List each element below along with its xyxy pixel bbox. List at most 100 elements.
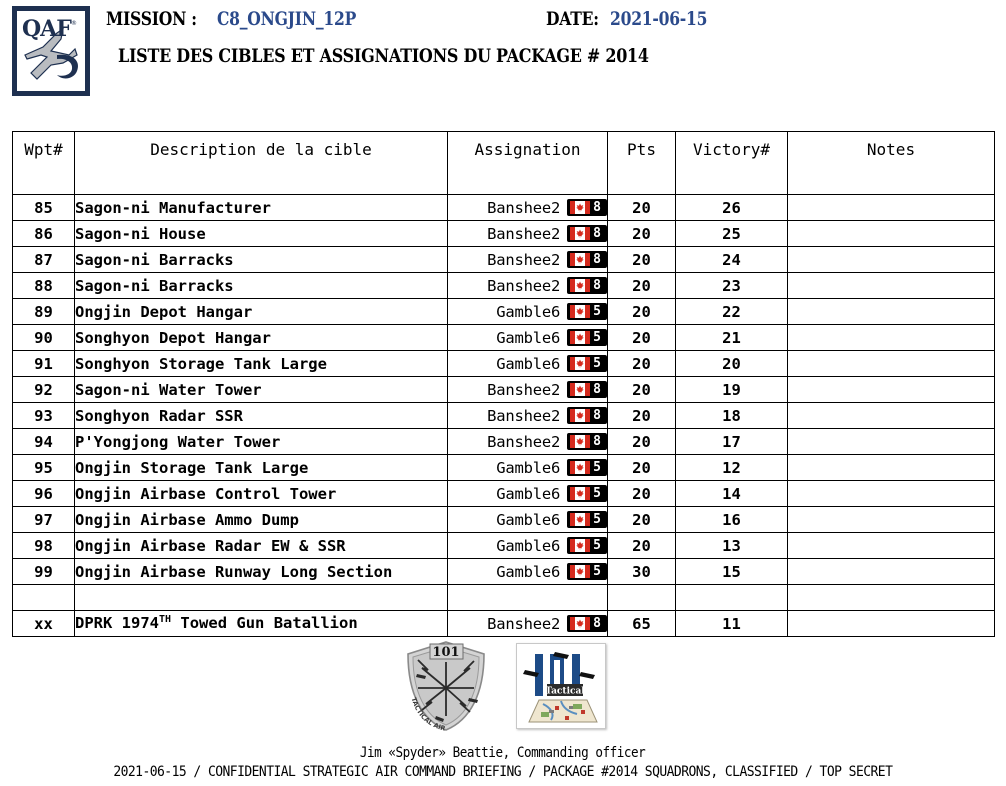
assignation-group: Banshee2 8 [487, 381, 607, 399]
cell-target-description: Sagon-ni House [74, 220, 448, 247]
cell-target-description: Sagon-ni Water Tower [74, 376, 448, 403]
canada-flag-icon [570, 305, 591, 318]
canada-flag-icon [570, 617, 591, 630]
aircraft-count-badge: 5 [567, 303, 607, 320]
aircraft-count: 5 [593, 538, 601, 553]
cell-assignation: Gamble6 5 [447, 480, 608, 507]
cell-assignation: Gamble6 5 [447, 506, 608, 533]
cell-waypoint: 91 [12, 350, 75, 377]
cell-assignation: Banshee2 8 [447, 610, 608, 637]
cell-target-description: Ongjin Storage Tank Large [74, 454, 448, 481]
aircraft-count: 5 [593, 512, 601, 527]
cell-waypoint: 88 [12, 272, 75, 299]
table-spacer-row [12, 584, 995, 611]
101-tactical-squadron-logo-icon: Tactical [516, 643, 606, 729]
aircraft-count: 8 [593, 278, 601, 293]
assignation-group: Banshee2 8 [487, 199, 607, 217]
aircraft-count-badge: 5 [567, 511, 607, 528]
aircraft-count: 8 [593, 434, 601, 449]
cell-points: 20 [607, 272, 676, 299]
cell-points: 20 [607, 428, 676, 455]
cell-target-description: DPRK 1974TH Towed Gun Batallion [74, 610, 448, 637]
cell-notes [787, 610, 995, 637]
cell-target-description: Songhyon Storage Tank Large [74, 350, 448, 377]
page-title: LISTE DES CIBLES ET ASSIGNATIONS DU PACK… [118, 45, 649, 67]
table-row: 90 Songhyon Depot Hangar Gamble6 5 20 21 [12, 324, 995, 351]
squadron-name: Gamble6 [496, 484, 561, 503]
cell-points: 20 [607, 194, 676, 221]
cell-victory-number: 26 [675, 194, 788, 221]
column-header-description: Description de la cible [74, 131, 448, 195]
table-row: xx DPRK 1974TH Towed Gun Batallion Banshee… [12, 610, 995, 637]
cell-victory-number: 13 [675, 532, 788, 559]
cell-assignation: Banshee2 8 [447, 428, 608, 455]
canada-flag-icon [570, 279, 591, 292]
aircraft-count-badge: 8 [567, 615, 607, 632]
aircraft-count: 8 [593, 408, 601, 423]
date-label: DATE: [546, 8, 599, 30]
classification-line: 2021-06-15 / CONFIDENTIAL STRATEGIC AIR … [113, 764, 893, 780]
cell-assignation: Banshee2 8 [447, 220, 608, 247]
aircraft-count-badge: 8 [567, 433, 607, 450]
aircraft-count-badge: 8 [567, 381, 607, 398]
canada-flag-icon [570, 331, 591, 344]
cell-victory-number: 18 [675, 402, 788, 429]
cell-target-description: Ongjin Airbase Runway Long Section [74, 558, 448, 585]
cell-assignation: Gamble6 5 [447, 324, 608, 351]
cell-notes [787, 220, 995, 247]
cell-notes [787, 506, 995, 533]
cell-victory-number: 15 [675, 558, 788, 585]
table-body: 85 Sagon-ni Manufacturer Banshee2 8 20 26 86 S… [12, 194, 995, 637]
cell-notes [787, 532, 995, 559]
cell-assignation: Gamble6 5 [447, 454, 608, 481]
cell-points: 20 [607, 324, 676, 351]
cell-points: 20 [607, 298, 676, 325]
empty-cell [787, 584, 995, 611]
cell-notes [787, 480, 995, 507]
cell-notes [787, 428, 995, 455]
cell-target-description: Songhyon Depot Hangar [74, 324, 448, 351]
table-row: 98 Ongjin Airbase Radar EW & SSR Gamble6 5 2… [12, 532, 995, 559]
cell-notes [787, 246, 995, 273]
column-header-notes: Notes [787, 131, 995, 195]
cell-assignation: Banshee2 8 [447, 246, 608, 273]
cell-target-description: Ongjin Depot Hangar [74, 298, 448, 325]
cell-target-description: P'Yongjong Water Tower [74, 428, 448, 455]
cell-assignation: Gamble6 5 [447, 532, 608, 559]
cell-assignation: Banshee2 8 [447, 376, 608, 403]
cell-points: 20 [607, 532, 676, 559]
cell-notes [787, 402, 995, 429]
assignation-group: Gamble6 5 [496, 537, 607, 555]
aircraft-count-badge: 8 [567, 225, 607, 242]
aircraft-count-badge: 8 [567, 251, 607, 268]
cell-assignation: Gamble6 5 [447, 350, 608, 377]
aircraft-count-badge: 8 [567, 407, 607, 424]
canada-flag-icon [570, 409, 591, 422]
aircraft-count: 8 [593, 200, 601, 215]
cell-waypoint: 86 [12, 220, 75, 247]
cell-notes [787, 194, 995, 221]
table-row: 92 Sagon-ni Water Tower Banshee2 8 20 19 [12, 376, 995, 403]
canada-flag-icon [570, 201, 591, 214]
assignation-group: Banshee2 8 [487, 251, 607, 269]
cell-points: 20 [607, 350, 676, 377]
cell-victory-number: 25 [675, 220, 788, 247]
canada-flag-icon [570, 253, 591, 266]
aircraft-count: 5 [593, 356, 601, 371]
cell-points: 20 [607, 454, 676, 481]
cell-assignation: Banshee2 8 [447, 272, 608, 299]
table-row: 86 Sagon-ni House Banshee2 8 20 25 [12, 220, 995, 247]
table-row: 87 Sagon-ni Barracks Banshee2 8 20 24 [12, 246, 995, 273]
cell-target-description: Songhyon Radar SSR [74, 402, 448, 429]
cell-waypoint: xx [12, 610, 75, 637]
aircraft-count-badge: 5 [567, 329, 607, 346]
date-line: DATE: 2021-06-15 [546, 8, 729, 30]
empty-cell [447, 584, 608, 611]
cell-notes [787, 350, 995, 377]
cell-notes [787, 558, 995, 585]
cell-waypoint: 97 [12, 506, 75, 533]
squadron-name: Gamble6 [496, 354, 561, 373]
aircraft-count: 8 [593, 616, 601, 631]
table-row: 97 Ongjin Airbase Ammo Dump Gamble6 5 20 16 [12, 506, 995, 533]
canada-flag-icon [570, 435, 591, 448]
